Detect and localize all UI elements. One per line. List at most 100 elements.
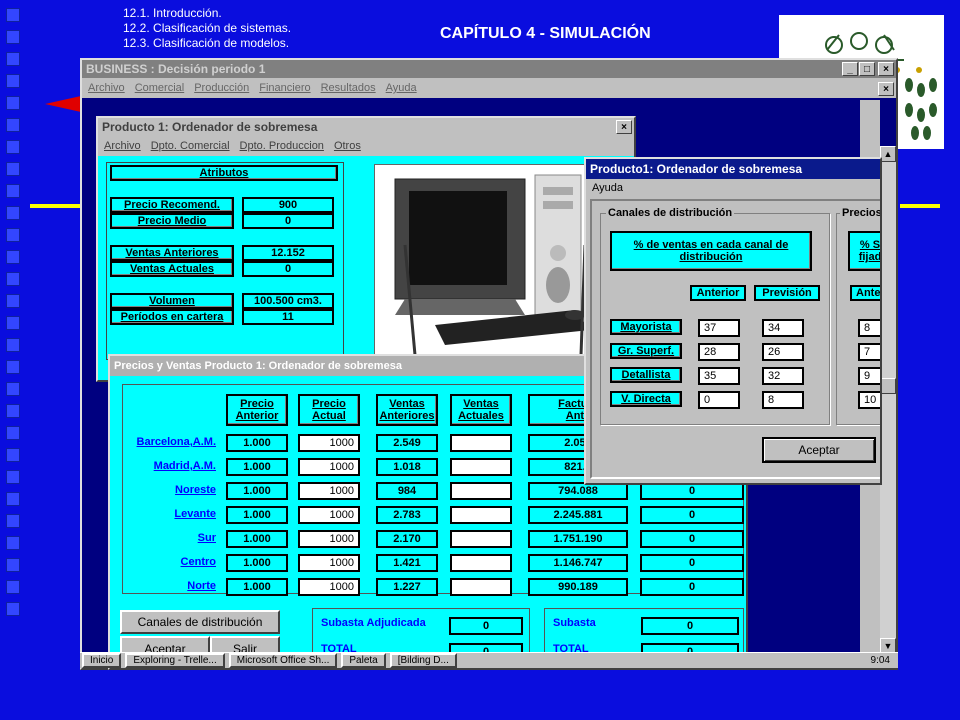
- menu-dpto-comercial[interactable]: Dpto. Comercial: [151, 140, 230, 152]
- channel-prevision-input[interactable]: 32: [762, 367, 804, 385]
- left-square-icon: [6, 96, 20, 110]
- business-scrollbar[interactable]: ▲ ▼: [880, 146, 896, 654]
- precios-cell-ventas-anteriores: 1.421: [376, 554, 438, 572]
- precios-cell-last: 0: [640, 554, 744, 572]
- pct-header: % de ventas en cada canal de distribució…: [610, 231, 812, 271]
- precios-cell-ventas-actuales[interactable]: [450, 578, 512, 596]
- attribute-label: Precio Medio: [110, 213, 234, 229]
- channel-prevision-input[interactable]: 34: [762, 319, 804, 337]
- channel-third-input[interactable]: 10: [858, 391, 880, 409]
- channel-anterior-input[interactable]: 35: [698, 367, 740, 385]
- precios-column-header: Precio Actual: [298, 394, 360, 426]
- precios-cell-precio-actual[interactable]: 1000: [298, 530, 360, 548]
- left-square-icon: [6, 514, 20, 528]
- menu-dpto-produccion[interactable]: Dpto. Produccion: [240, 140, 324, 152]
- attribute-value: 12.152: [242, 245, 334, 261]
- channel-label: Gr. Superf.: [610, 343, 682, 359]
- business-inner-close-icon[interactable]: ×: [878, 82, 894, 96]
- precios-cell-last: 0: [640, 530, 744, 548]
- precios-cell-precio-actual[interactable]: 1000: [298, 554, 360, 572]
- subasta-value: 0: [641, 617, 739, 635]
- precios-cell-precio-actual[interactable]: 1000: [298, 506, 360, 524]
- taskbar-item[interactable]: Paleta: [341, 653, 386, 668]
- precios-cell-ventas-actuales[interactable]: [450, 458, 512, 476]
- channel-third-input[interactable]: 8: [858, 319, 880, 337]
- precios-cell-precio-actual[interactable]: 1000: [298, 434, 360, 452]
- canales-group-label: Canales de distribución: [606, 207, 735, 219]
- precios-cell-ventas-actuales[interactable]: [450, 482, 512, 500]
- menu-financiero[interactable]: Financiero: [259, 82, 310, 94]
- scroll-thumb[interactable]: [880, 378, 896, 394]
- left-square-icon: [6, 360, 20, 374]
- taskbar-item[interactable]: Inicio: [82, 653, 122, 668]
- business-title-bar[interactable]: BUSINESS : Decisión periodo 1: [82, 60, 896, 78]
- region-label: Noreste: [175, 484, 216, 496]
- region-label: Norte: [187, 580, 216, 592]
- precios-cell-precio-actual[interactable]: 1000: [298, 458, 360, 476]
- channel-prevision-input[interactable]: 26: [762, 343, 804, 361]
- left-square-icon: [6, 184, 20, 198]
- channel-anterior-input[interactable]: 37: [698, 319, 740, 337]
- menu-archivo[interactable]: Archivo: [88, 82, 125, 94]
- maximize-icon[interactable]: □: [859, 62, 875, 76]
- precios-cell-ventas-actuales[interactable]: [450, 506, 512, 524]
- precios-cell-ventas-actuales[interactable]: [450, 530, 512, 548]
- left-square-icon: [6, 228, 20, 242]
- channel-prevision-input[interactable]: 8: [762, 391, 804, 409]
- close-icon[interactable]: ×: [616, 120, 632, 134]
- left-square-icon: [6, 316, 20, 330]
- attribute-value: 0: [242, 213, 334, 229]
- canales-title-bar[interactable]: Producto1: Ordenador de sobremesa: [586, 159, 880, 179]
- precios-cell-precio-anterior: 1.000: [226, 482, 288, 500]
- menu-resultados[interactable]: Resultados: [321, 82, 376, 94]
- left-square-icon: [6, 52, 20, 66]
- taskbar-item[interactable]: Exploring - Trelle...: [125, 653, 225, 668]
- precios-column-header: Precio Anterior: [226, 394, 288, 426]
- anterior2-header: Ante: [850, 285, 880, 301]
- menu-archivo[interactable]: Archivo: [104, 140, 141, 152]
- red-arrow-icon: [45, 96, 81, 112]
- left-square-icon: [6, 382, 20, 396]
- channel-label: Detallista: [610, 367, 682, 383]
- left-square-icon: [6, 558, 20, 572]
- canales-menu-bar: Ayuda: [586, 179, 880, 197]
- precios-cell-facturacion: 2.245.881: [528, 506, 628, 524]
- precios-group-label: Precios: [840, 207, 882, 219]
- atributos-panel: Atributos Precio Recomend. 900 Precio Medi…: [106, 162, 344, 360]
- close-icon[interactable]: ×: [878, 62, 894, 76]
- precios-cell-ventas-actuales[interactable]: [450, 554, 512, 572]
- canales-aceptar-button[interactable]: Aceptar: [762, 437, 876, 463]
- channel-anterior-input[interactable]: 28: [698, 343, 740, 361]
- channel-third-input[interactable]: 7: [858, 343, 880, 361]
- precios-cell-facturacion: 1.751.190: [528, 530, 628, 548]
- channel-anterior-input[interactable]: 0: [698, 391, 740, 409]
- minimize-icon[interactable]: _: [842, 62, 858, 76]
- region-label: Levante: [174, 508, 216, 520]
- scroll-up-icon[interactable]: ▲: [880, 146, 896, 162]
- menu-ayuda[interactable]: Ayuda: [386, 82, 417, 94]
- prevision-header: Previsión: [754, 285, 820, 301]
- channel-third-input[interactable]: 9: [858, 367, 880, 385]
- business-title: BUSINESS : Decisión periodo 1: [86, 62, 266, 76]
- menu-otros[interactable]: Otros: [334, 140, 361, 152]
- menu-ayuda[interactable]: Ayuda: [592, 182, 623, 194]
- precios-cell-ventas-anteriores: 1.018: [376, 458, 438, 476]
- attribute-value: 900: [242, 197, 334, 213]
- menu-comercial[interactable]: Comercial: [135, 82, 185, 94]
- precios-cell-ventas-anteriores: 1.227: [376, 578, 438, 596]
- precios-cell-precio-anterior: 1.000: [226, 578, 288, 596]
- taskbar-item[interactable]: Microsoft Office Sh...: [228, 653, 338, 668]
- attribute-label: Ventas Anteriores: [110, 245, 234, 261]
- taskbar-item[interactable]: [Bilding D...: [389, 653, 457, 668]
- producto-menu-bar: Archivo Dpto. Comercial Dpto. Produccion…: [98, 136, 634, 156]
- business-menu-bar: Archivo Comercial Producción Financiero …: [82, 78, 896, 98]
- left-square-icon: [6, 272, 20, 286]
- precios-cell-precio-actual[interactable]: 1000: [298, 578, 360, 596]
- precios-cell-last: 0: [640, 578, 744, 596]
- menu-produccion[interactable]: Producción: [194, 82, 249, 94]
- canales-de-distribucion-button[interactable]: Canales de distribución: [120, 610, 280, 634]
- producto-title-bar[interactable]: Producto 1: Ordenador de sobremesa: [98, 118, 634, 136]
- precios-cell-precio-actual[interactable]: 1000: [298, 482, 360, 500]
- region-label: Sur: [197, 532, 216, 544]
- precios-cell-ventas-actuales[interactable]: [450, 434, 512, 452]
